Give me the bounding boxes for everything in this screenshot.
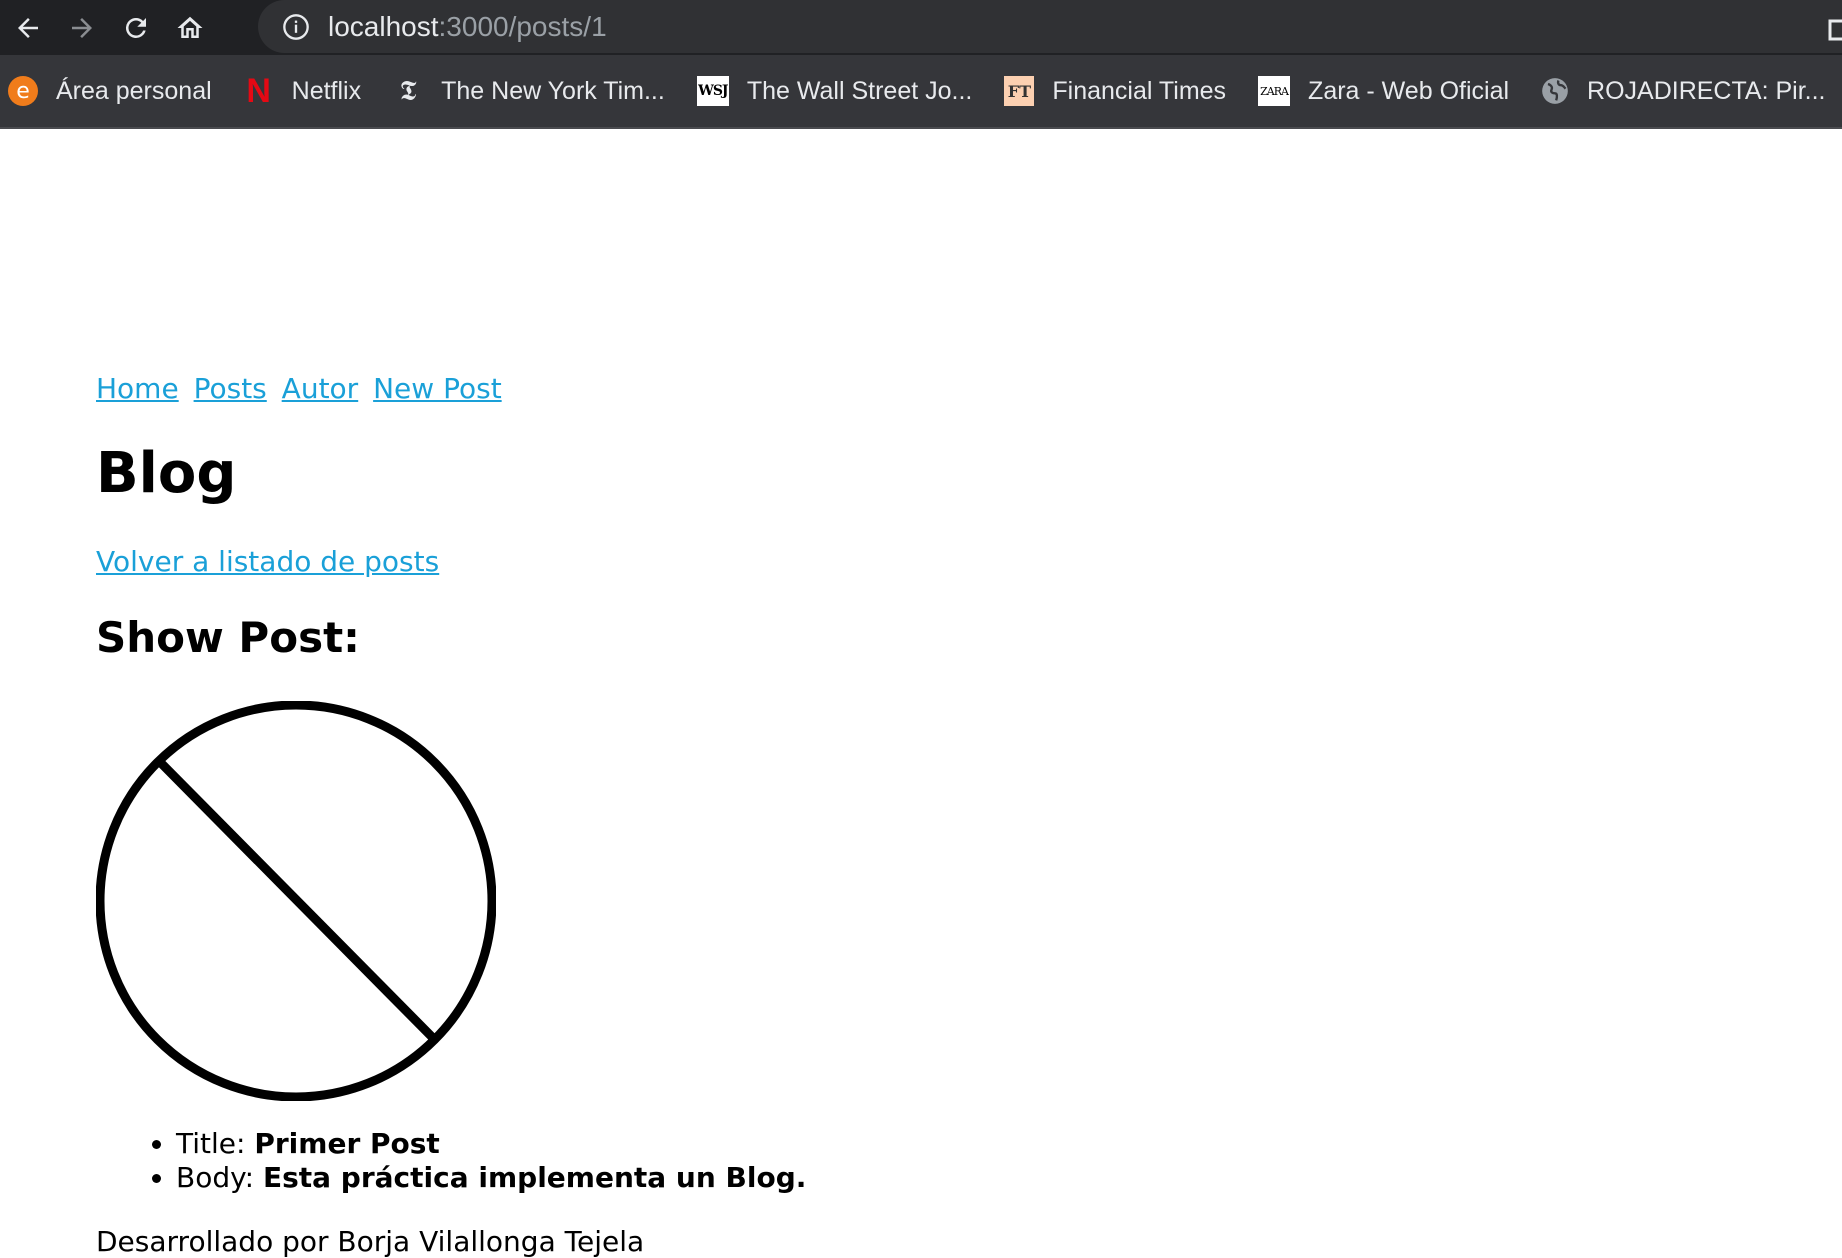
post-body-label: Body: [176,1161,263,1194]
url-text[interactable]: localhost:3000/posts/1 [328,11,607,43]
netflix-n-icon: N [246,71,271,110]
post-title-item: Title: Primer Post [176,1127,806,1161]
bookmark-label: Netflix [291,76,362,105]
bookmark-label: Área personal [56,76,212,105]
forward-button[interactable] [62,8,102,48]
back-to-posts-link[interactable]: Volver a listado de posts [96,545,439,578]
bookmark-wsj[interactable]: WSJ The Wall Street Jo... [696,76,973,106]
post-title-value: Primer Post [254,1127,440,1160]
ft-icon: FT [1004,76,1035,106]
broken-image-placeholder-icon [96,701,496,1101]
share-icon[interactable] [1824,12,1842,42]
browser-chrome: localhost:3000/posts/1 e Área personal N… [0,0,1842,129]
site-info-icon[interactable] [282,13,310,41]
show-post-heading: Show Post: [96,613,360,662]
nav-link-new-post[interactable]: New Post [373,372,502,405]
reload-icon [125,17,146,38]
nav-link-autor[interactable]: Autor [282,372,359,405]
url-host: localhost [328,10,439,42]
url-path: :3000/posts/1 [438,10,607,42]
bookmark-label: ROJADIRECTA: Pir... [1587,76,1826,105]
bookmark-netflix[interactable]: N Netflix [244,71,362,110]
back-arrow-icon [18,17,38,38]
site-nav: Home Posts Autor New Post [96,372,508,405]
globe-icon [1542,78,1568,104]
bookmark-area-personal[interactable]: e Área personal [8,76,212,106]
bookmark-rojadirecta[interactable]: ROJADIRECTA: Pir... [1541,77,1825,106]
post-body-item: Body: Esta práctica implementa un Blog. [176,1161,806,1195]
back-button[interactable] [8,8,48,48]
reload-button[interactable] [116,8,156,48]
home-button[interactable] [170,8,210,48]
post-body-value: Esta práctica implementa un Blog. [262,1161,807,1194]
footer-credits: Desarrollado por Borja Vilallonga Tejela [96,1225,645,1258]
bookmark-ft[interactable]: FT Financial Times [1004,76,1226,106]
bookmark-label: The New York Tim... [441,76,665,105]
bookmark-label: Financial Times [1052,76,1227,105]
zara-icon: ZARA [1258,76,1291,106]
nav-link-home[interactable]: Home [96,372,179,405]
post-fields-list: Title: Primer Post Body: Esta práctica i… [96,1127,806,1195]
bookmark-label: Zara - Web Oficial [1308,76,1510,105]
bookmark-zara[interactable]: ZARA Zara - Web Oficial [1258,76,1509,106]
nyt-t-icon: 𝕿 [399,74,417,107]
post-title-label: Title: [176,1127,255,1160]
page-title: Blog [96,441,237,506]
address-bar[interactable]: localhost:3000/posts/1 [258,0,1842,53]
bookmarks-bar: e Área personal N Netflix 𝕿 The New York… [0,55,1842,129]
home-icon [177,16,203,38]
nav-link-posts[interactable]: Posts [194,372,267,405]
forward-arrow-icon [72,17,92,38]
bookmark-label: The Wall Street Jo... [746,76,973,105]
wsj-icon: WSJ [696,76,729,106]
e-orange-circle-icon: e [8,76,38,106]
bookmark-nyt[interactable]: 𝕿 The New York Tim... [393,74,665,107]
browser-toolbar: localhost:3000/posts/1 [0,0,1842,55]
